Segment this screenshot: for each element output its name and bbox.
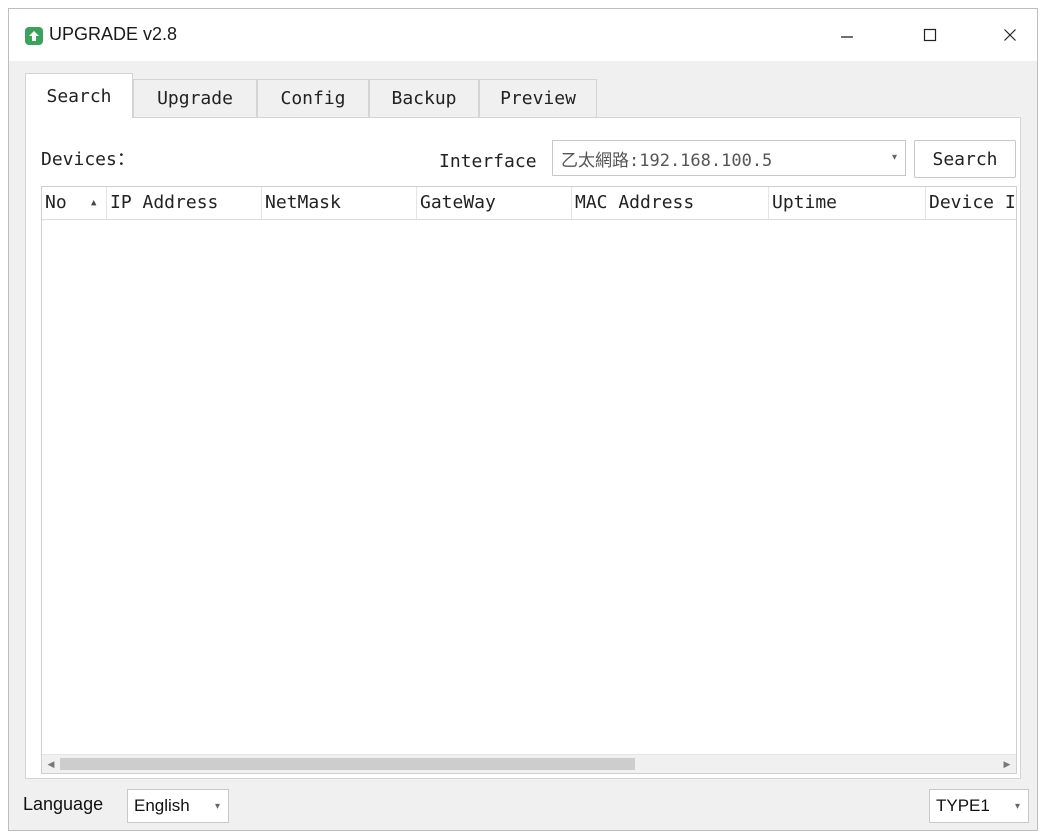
interface-value: 乙太網路:192.168.100.5 bbox=[561, 150, 773, 171]
tab-backup[interactable]: Backup bbox=[369, 79, 479, 117]
language-label: Language bbox=[23, 794, 104, 814]
column-header-no[interactable]: No ▲ bbox=[42, 187, 107, 219]
tab-preview[interactable]: Preview bbox=[479, 79, 597, 117]
sort-ascending-icon: ▲ bbox=[91, 198, 97, 208]
chevron-down-icon: ▾ bbox=[214, 801, 220, 812]
window-title: UPGRADE v2.8 bbox=[49, 24, 178, 44]
horizontal-scrollbar[interactable]: ◀ ▶ bbox=[42, 754, 1016, 773]
tab-search[interactable]: Search bbox=[25, 73, 133, 118]
chevron-down-icon: ▾ bbox=[891, 152, 897, 163]
type-value: TYPE1 bbox=[936, 796, 990, 815]
search-panel: Devices： Interface 乙太網路:192.168.100.5 ▾ … bbox=[25, 117, 1021, 779]
minimize-button[interactable] bbox=[824, 19, 870, 51]
language-value: English bbox=[134, 796, 190, 815]
scroll-right-icon[interactable]: ▶ bbox=[999, 757, 1015, 771]
tab-upgrade[interactable]: Upgrade bbox=[133, 79, 257, 117]
column-header-uptime[interactable]: Uptime bbox=[769, 187, 926, 219]
column-header-ip-address[interactable]: IP Address bbox=[107, 187, 262, 219]
close-icon bbox=[1004, 29, 1016, 41]
scroll-left-icon[interactable]: ◀ bbox=[43, 757, 59, 771]
tab-config[interactable]: Config bbox=[257, 79, 369, 117]
column-header-label: No bbox=[45, 192, 67, 213]
column-header-gateway[interactable]: GateWay bbox=[417, 187, 572, 219]
interface-select[interactable]: 乙太網路:192.168.100.5 ▾ bbox=[552, 140, 906, 176]
upgrade-arrow-icon bbox=[25, 27, 43, 45]
title-bar: UPGRADE v2.8 bbox=[9, 9, 1037, 61]
language-select[interactable]: English ▾ bbox=[127, 789, 229, 823]
interface-label: Interface bbox=[439, 151, 537, 172]
chevron-down-icon: ▾ bbox=[1014, 801, 1020, 812]
close-button[interactable] bbox=[987, 19, 1033, 51]
search-button[interactable]: Search bbox=[914, 140, 1016, 178]
type-select[interactable]: TYPE1 ▾ bbox=[929, 789, 1029, 823]
minimize-icon bbox=[841, 36, 853, 38]
table-header: No ▲ IP Address NetMask GateWay MAC Addr… bbox=[42, 187, 1016, 220]
column-header-netmask[interactable]: NetMask bbox=[262, 187, 417, 219]
device-table[interactable]: No ▲ IP Address NetMask GateWay MAC Addr… bbox=[41, 186, 1017, 774]
maximize-icon bbox=[923, 28, 937, 42]
app-window: UPGRADE v2.8 Search Upgrade Config Backu… bbox=[8, 8, 1038, 831]
scrollbar-thumb[interactable] bbox=[60, 758, 635, 770]
column-header-device[interactable]: Device I bbox=[926, 187, 1016, 219]
column-header-mac-address[interactable]: MAC Address bbox=[572, 187, 769, 219]
devices-label: Devices： bbox=[41, 149, 135, 170]
maximize-button[interactable] bbox=[907, 19, 953, 51]
